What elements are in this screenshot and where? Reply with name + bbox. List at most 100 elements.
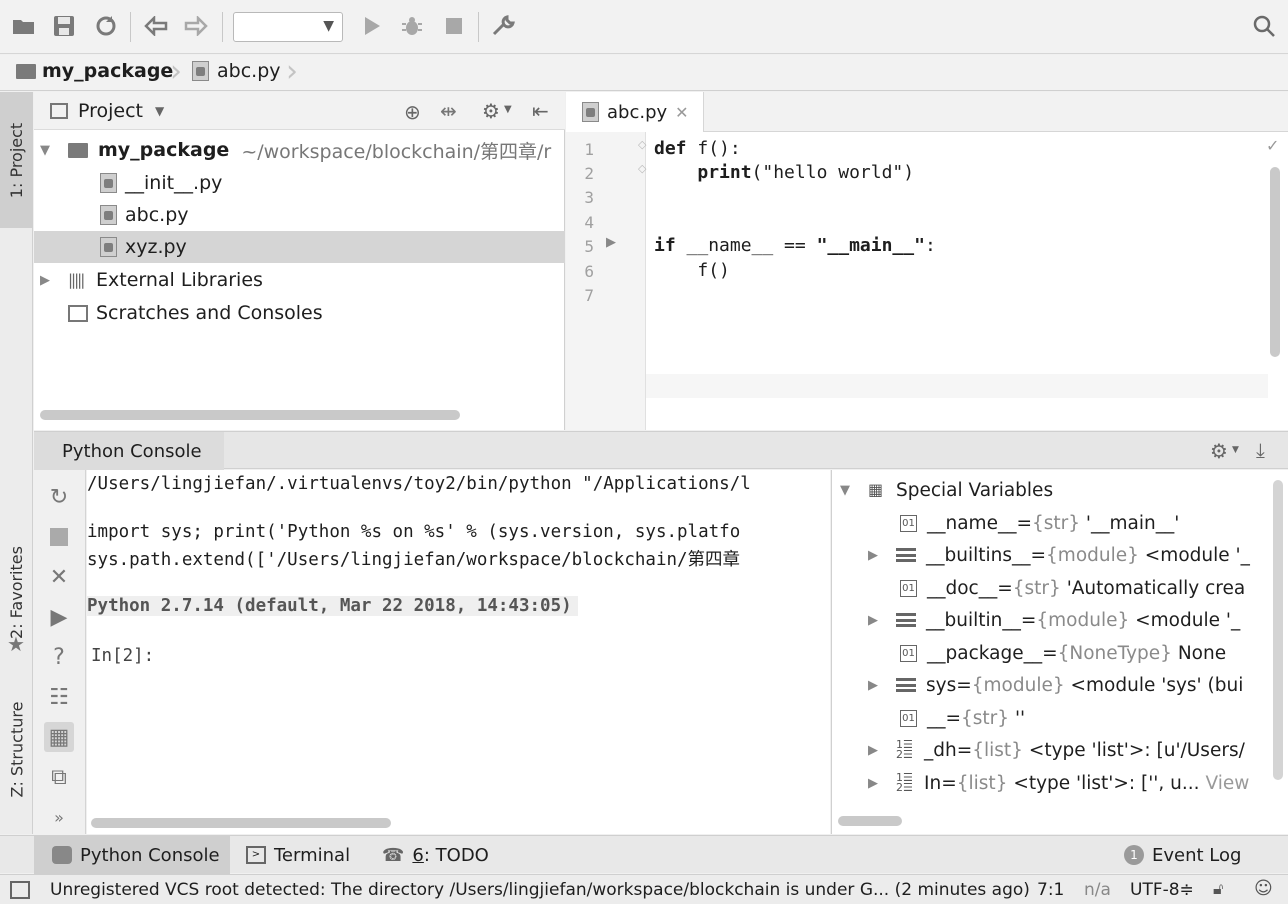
- open-folder-icon[interactable]: [8, 10, 40, 42]
- bottom-tool-tabs: Python Console > Terminal ☎ 6: TODO 1 Ev…: [0, 835, 1288, 874]
- tree-item-my-package[interactable]: ▼ my_package ~/workspace/blockchain/第四章/…: [34, 134, 565, 166]
- todo-icon: ☎: [382, 844, 405, 866]
- file-encoding[interactable]: UTF-8≑: [1130, 880, 1194, 900]
- inspector-icon[interactable]: ☺: [1254, 878, 1273, 899]
- line-number: 1: [584, 140, 594, 159]
- chevron-down-icon: ▼: [1232, 445, 1239, 455]
- fold-marker-icon[interactable]: ◇: [638, 162, 646, 175]
- variable-row[interactable]: 01 __name__ = {str} '__main__': [832, 507, 1272, 539]
- code-line-6[interactable]: f(): [654, 260, 730, 281]
- wrench-settings-icon[interactable]: [488, 10, 520, 42]
- editor-tab-abc-py[interactable]: abc.py ✕: [566, 92, 704, 132]
- editor-vertical-scrollbar[interactable]: [1270, 167, 1280, 357]
- bottom-tab-python-console[interactable]: Python Console: [34, 836, 230, 874]
- variable-row[interactable]: ▶ 1☰ 2☰ _dh = {list} <type 'list'>: [u'/U…: [832, 734, 1272, 766]
- code-editor: abc.py ✕ 1 2 3 4 5 6 7 ▶ ◇ ◇ def f(): pr…: [566, 92, 1288, 430]
- variable-row[interactable]: ▶ 1☰ 2☰ In = {list} <type 'list'>: ['', u…: [832, 767, 1272, 799]
- more-icon[interactable]: »: [44, 802, 74, 832]
- tree-item-init-py[interactable]: __init__.py: [34, 167, 565, 199]
- run-gutter-icon[interactable]: ▶: [606, 235, 616, 250]
- gear-icon[interactable]: ⚙: [1210, 439, 1228, 463]
- line-separator-indicator: n/a: [1084, 880, 1111, 900]
- code-line-1[interactable]: def f():: [654, 138, 741, 159]
- gear-icon[interactable]: ⚙: [482, 99, 500, 123]
- python-file-icon: [582, 102, 599, 122]
- debug-bug-icon[interactable]: [396, 10, 428, 42]
- new-console-icon[interactable]: ⧉: [44, 762, 74, 792]
- breadcrumb-separator: ›: [286, 54, 298, 89]
- forward-arrow-icon[interactable]: [180, 10, 212, 42]
- console-tab[interactable]: Python Console: [34, 432, 224, 470]
- module-icon: [896, 678, 916, 692]
- event-count-badge: 1: [1124, 845, 1144, 865]
- variable-row[interactable]: ▶ __builtins__ = {module} <module '_: [832, 539, 1272, 571]
- current-line-highlight: [646, 374, 1268, 398]
- status-message[interactable]: Unregistered VCS root detected: The dire…: [50, 880, 1030, 900]
- settings-sliders-icon[interactable]: ☷: [44, 682, 74, 712]
- help-icon[interactable]: ?: [44, 642, 74, 672]
- list-icon: 1☰ 2☰: [896, 738, 913, 761]
- folder-icon: [68, 142, 88, 158]
- project-horizontal-scrollbar[interactable]: [40, 410, 460, 420]
- bottom-tab-label: : TODO: [423, 844, 489, 866]
- console-output[interactable]: /Users/lingjiefan/.virtualenvs/toy2/bin/…: [87, 470, 830, 834]
- variables-vertical-scrollbar[interactable]: [1273, 480, 1283, 780]
- tool-tab-structure[interactable]: Z: Structure: [0, 684, 33, 814]
- bottom-tab-event-log[interactable]: 1 Event Log: [1124, 836, 1241, 874]
- expand-down-icon: ▼: [40, 142, 50, 158]
- expand-down-icon: ▼: [840, 482, 850, 498]
- run-icon[interactable]: [356, 10, 388, 42]
- code-line-2[interactable]: print("hello world"): [654, 162, 914, 183]
- execute-icon[interactable]: ▶: [44, 602, 74, 632]
- variable-row[interactable]: ▶ __builtin__ = {module} <module '_: [832, 604, 1272, 636]
- expand-right-icon: ▶: [868, 612, 878, 628]
- code-line-5[interactable]: if __name__ == "__main__":: [654, 235, 936, 256]
- breadcrumb-file[interactable]: abc.py: [192, 60, 281, 82]
- console-prompt[interactable]: In[2]:: [91, 646, 154, 666]
- bottom-tab-terminal[interactable]: > Terminal: [246, 836, 350, 874]
- fold-marker-icon[interactable]: ◇: [638, 138, 646, 151]
- minimize-panel-icon[interactable]: ⤓: [1256, 438, 1265, 462]
- rerun-icon[interactable]: ↻: [44, 482, 74, 512]
- breadcrumb-project[interactable]: my_package: [16, 60, 173, 82]
- console-horizontal-scrollbar[interactable]: [91, 818, 391, 828]
- tree-item-external-libraries[interactable]: ▶ ||||| External Libraries: [34, 264, 565, 296]
- locate-crosshair-icon[interactable]: ⊕: [404, 100, 421, 124]
- close-icon[interactable]: ✕: [675, 103, 688, 122]
- variable-row[interactable]: 01 __ = {str} '': [832, 702, 1272, 734]
- bottom-tab-todo[interactable]: ☎ 6: TODO: [382, 836, 489, 874]
- sync-icon[interactable]: [90, 10, 122, 42]
- variables-horizontal-scrollbar[interactable]: [838, 816, 902, 826]
- hide-panel-icon[interactable]: ⇤: [532, 99, 549, 123]
- back-arrow-icon[interactable]: [140, 10, 172, 42]
- search-icon[interactable]: [1248, 10, 1280, 42]
- view-link[interactable]: View: [1206, 773, 1250, 794]
- show-variables-icon[interactable]: ▦: [44, 722, 74, 752]
- line-number: 4: [584, 213, 594, 232]
- tree-item-abc-py[interactable]: abc.py: [34, 199, 565, 231]
- module-icon: [896, 613, 916, 627]
- stop-icon[interactable]: [438, 10, 470, 42]
- stop-icon[interactable]: [44, 522, 74, 552]
- variable-row[interactable]: 01 __doc__ = {str} 'Automatically crea: [832, 572, 1272, 604]
- variables-group-special[interactable]: ▼ ▦ Special Variables: [832, 474, 1272, 506]
- tool-tab-project[interactable]: 1: Project: [0, 92, 33, 228]
- tree-item-label: External Libraries: [96, 269, 263, 291]
- lock-icon[interactable]: 🔓︎: [1213, 879, 1223, 899]
- variable-row[interactable]: ▶ sys = {module} <module 'sys' (bui: [832, 669, 1272, 701]
- caret-position[interactable]: 7:1: [1037, 880, 1064, 900]
- save-icon[interactable]: [48, 10, 80, 42]
- console-tab-label: Python Console: [62, 440, 202, 462]
- collapse-all-icon[interactable]: ⇹: [440, 99, 457, 123]
- project-view-selector[interactable]: Project ▼: [50, 100, 164, 122]
- scratches-icon: [68, 304, 88, 322]
- run-configuration-select[interactable]: ▼: [233, 12, 343, 42]
- bottom-tab-label: Terminal: [274, 844, 351, 866]
- tree-item-scratches[interactable]: Scratches and Consoles: [34, 297, 565, 329]
- breadcrumb-separator: ›: [170, 54, 182, 89]
- tool-windows-toggle-icon[interactable]: [10, 881, 30, 899]
- tree-item-xyz-py[interactable]: xyz.py: [34, 231, 565, 263]
- python-file-icon: [100, 173, 117, 193]
- close-icon[interactable]: ✕: [44, 562, 74, 592]
- variable-row[interactable]: 01 __package__ = {NoneType} None: [832, 637, 1272, 669]
